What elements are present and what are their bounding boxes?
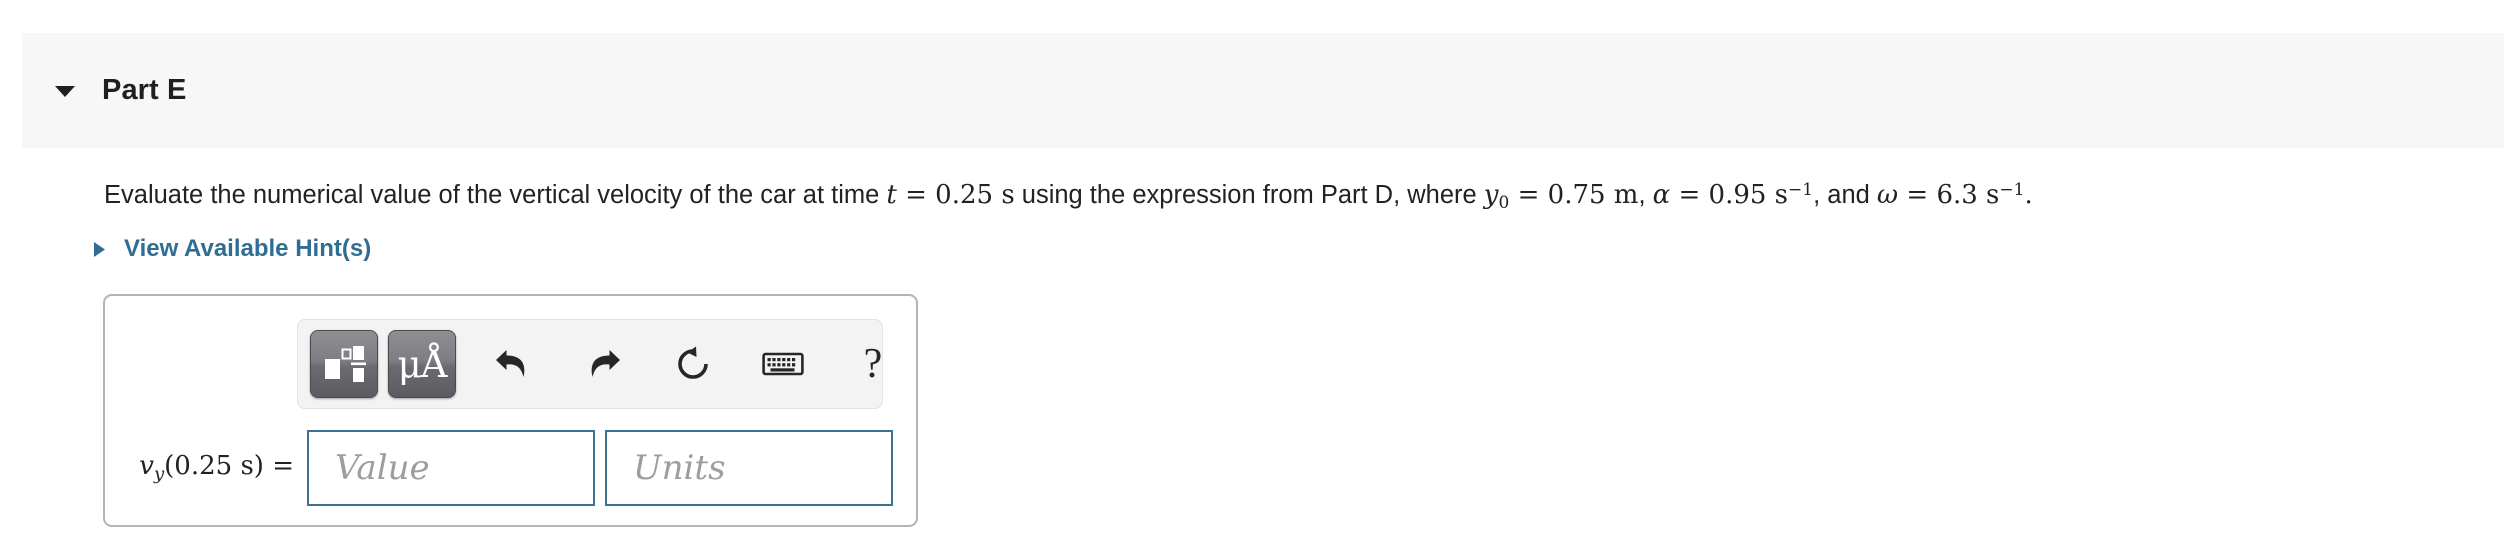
prompt-comma-1: , (1638, 181, 1653, 209)
variable-omega: ω (1876, 180, 1899, 210)
math-template-button[interactable] (310, 330, 378, 398)
unit-omega-exponent: −1 (1999, 179, 2025, 200)
variable-y0: y (1483, 180, 1499, 210)
unit-y0: m (1605, 180, 1639, 210)
prompt-comma-2: , and (1813, 181, 1877, 209)
math-template-icon (325, 346, 366, 382)
part-e-question-panel: Part E Evaluate the numerical value of t… (0, 0, 2504, 542)
value-input[interactable]: Value (307, 430, 595, 506)
units-input[interactable]: Units (605, 430, 893, 506)
prompt-text-part2: using the expression from Part D, where (1014, 181, 1484, 209)
unit-alpha: s (1766, 180, 1789, 210)
keyboard-button[interactable] (752, 333, 814, 395)
variable-alpha: α (1652, 180, 1671, 210)
view-available-hints-label: View Available Hint(s) (124, 235, 372, 262)
keyboard-icon (762, 352, 804, 376)
question-prompt: Evaluate the numerical value of the vert… (104, 178, 2033, 215)
equals-sign-alpha: = (1670, 180, 1709, 210)
variable-t: t (886, 180, 897, 210)
redo-icon (591, 350, 620, 377)
answer-label-rest: (0.25 s) = (164, 451, 294, 482)
equals-sign-t: = (896, 180, 936, 210)
caret-down-icon[interactable] (50, 82, 80, 100)
answer-input-row: vy(0.25 s) = Value Units (105, 428, 916, 508)
help-icon: ? (863, 341, 883, 387)
equals-sign-y0: = (1509, 180, 1548, 210)
caret-right-icon (88, 239, 110, 259)
prompt-period: . (2024, 180, 2033, 210)
part-header-bar[interactable]: Part E (22, 33, 2504, 148)
answer-label-variable: v (139, 451, 154, 482)
units-button[interactable]: μÅ (388, 330, 456, 398)
undo-button[interactable] (482, 333, 544, 395)
value-alpha: 0.95 (1708, 180, 1767, 210)
units-input-placeholder: Units (633, 448, 726, 488)
reset-button[interactable] (662, 333, 724, 395)
value-omega: 6.3 (1936, 180, 1978, 210)
unit-alpha-exponent: −1 (1788, 179, 1814, 200)
prompt-text-part1: Evaluate the numerical value of the vert… (104, 181, 887, 209)
answer-card: μÅ ? vy(0.25 s) = Value Units (103, 294, 918, 527)
value-input-placeholder: Value (335, 448, 430, 488)
units-icon: μÅ (397, 342, 448, 386)
value-y0: 0.75 (1547, 180, 1606, 210)
unit-omega: s (1977, 180, 2000, 210)
variable-y0-subscript: 0 (1498, 192, 1510, 213)
equals-sign-omega: = (1898, 180, 1937, 210)
unit-t: s (993, 180, 1015, 210)
help-button[interactable]: ? (842, 333, 904, 395)
view-available-hints-link[interactable]: View Available Hint(s) (88, 235, 371, 263)
reset-icon (678, 346, 708, 379)
answer-label-subscript: y (153, 463, 165, 485)
page-title: Part E (102, 74, 187, 106)
undo-icon (496, 350, 525, 377)
redo-button[interactable] (572, 333, 634, 395)
answer-label: vy(0.25 s) = (126, 451, 294, 484)
math-toolbar: μÅ ? (297, 319, 883, 409)
value-t: 0.25 (935, 180, 994, 210)
